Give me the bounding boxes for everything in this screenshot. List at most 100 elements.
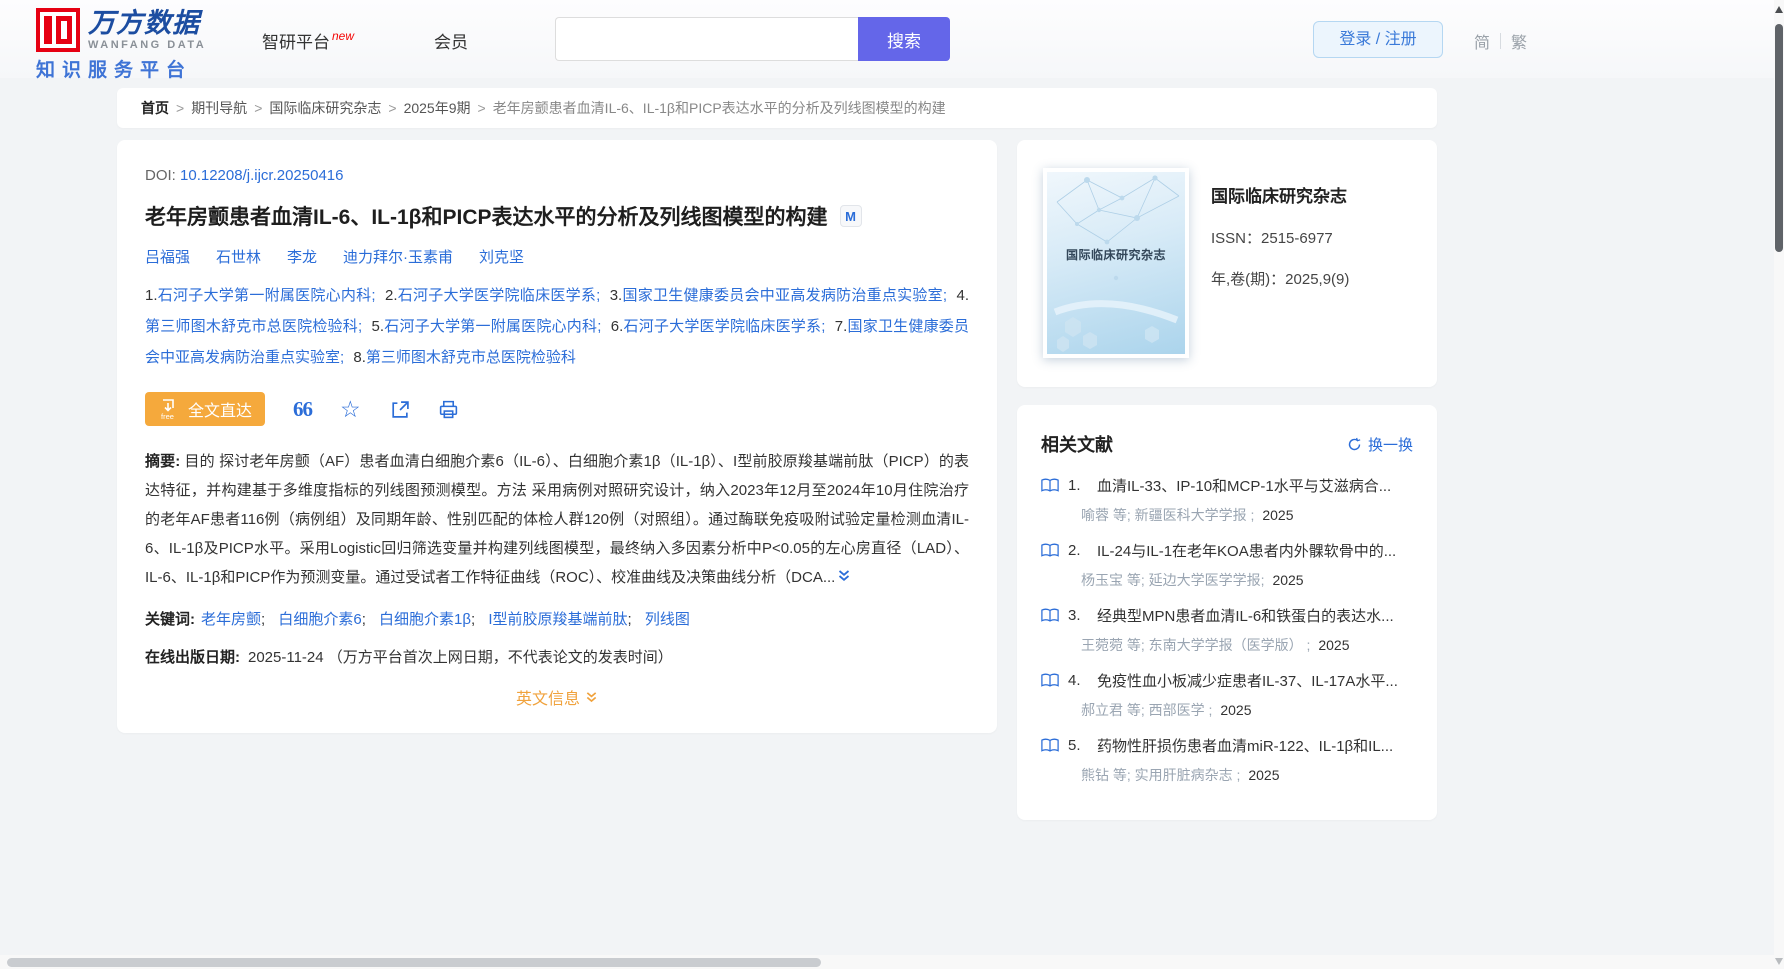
search-bar: 搜索 [555, 17, 950, 61]
author-link[interactable]: 吕福强 [145, 246, 190, 267]
keyword-link[interactable]: 老年房颤 [201, 611, 261, 628]
related-item-title[interactable]: 经典型MPN患者血清IL-6和铁蛋白的表达水... [1097, 605, 1413, 626]
affiliation-link[interactable]: 国家卫生健康委员会中亚高发病防治重点实验室 [622, 287, 943, 304]
issn-label: ISSN： [1211, 230, 1261, 247]
keyword-link[interactable]: 列线图 [645, 611, 690, 628]
affiliation-link[interactable]: 第三师图木舒克市总医院检验科 [366, 349, 576, 366]
volume-label: 年,卷(期)： [1211, 271, 1285, 288]
related-item-meta: 喻蓉 等; 新疆医科大学学报 ; 2025 [1081, 505, 1413, 525]
related-item-year: 2025 [1318, 637, 1349, 653]
affiliation-separator: ; [340, 349, 344, 366]
keyword-separator: ; [362, 611, 366, 628]
new-badge: new [332, 29, 354, 43]
author-link[interactable]: 刘克坚 [479, 246, 524, 267]
keyword-link[interactable]: 白细胞介素1β [379, 611, 471, 628]
breadcrumb-item[interactable]: 2025年9期 [404, 98, 471, 118]
english-info-toggle[interactable]: 英文信息 [516, 685, 598, 709]
related-item-meta: 杨玉宝 等; 延边大学医学学报; 2025 [1081, 570, 1413, 590]
affiliation-link[interactable]: 石河子大学第一附属医院心内科 [384, 318, 597, 335]
journal-volume-row: 年,卷(期)：2025,9(9) [1211, 268, 1349, 289]
related-item-year: 2025 [1272, 572, 1303, 588]
affiliation-number: 3. [610, 287, 623, 304]
online-date-row: 在线出版日期:2025-11-24 （万方平台首次上网日期，不代表论文的发表时间… [145, 646, 969, 667]
related-item-number: 2. [1068, 542, 1088, 559]
breadcrumb-item[interactable]: 首页 [141, 98, 169, 118]
site-header: 万方数据 WANFANG DATA 知识服务平台 智研平台new 会员 搜索 登… [0, 0, 1774, 78]
login-register-button[interactable]: 登录 / 注册 [1313, 21, 1443, 58]
related-item-title[interactable]: IL-24与IL-1在老年KOA患者内外髁软骨中的... [1097, 540, 1413, 561]
scroll-down-arrow-icon[interactable] [1775, 958, 1783, 965]
abstract: 摘要: 目的 探讨老年房颤（AF）患者血清白细胞介素6（IL-6）、白细胞介素1… [145, 447, 969, 593]
breadcrumb-item[interactable]: 国际临床研究杂志 [269, 98, 381, 118]
affiliation-number: 4. [957, 287, 970, 304]
related-item-source[interactable]: 东南大学学报（医学版） ; [1149, 637, 1311, 653]
cite-button[interactable]: 66 [293, 397, 312, 422]
fulltext-button[interactable]: free 全文直达 [145, 392, 265, 426]
search-input[interactable] [555, 17, 858, 61]
issn-value: 2515-6977 [1261, 230, 1333, 247]
nav-member[interactable]: 会员 [434, 28, 468, 53]
scroll-up-arrow-icon[interactable] [1775, 6, 1783, 13]
breadcrumb-separator: > [176, 100, 184, 116]
journal-card: 国际临床研究杂志 国际临床研究杂志 ISSN：2515-6977 年,卷(期)：… [1017, 140, 1437, 387]
print-icon [438, 399, 459, 420]
vertical-scrollbar-thumb[interactable] [1775, 24, 1783, 252]
related-item-title[interactable]: 药物性肝损伤患者血清miR-122、IL-1β和IL... [1097, 735, 1413, 756]
horizontal-scrollbar[interactable] [0, 955, 1774, 969]
keyword-link[interactable]: I型前胶原羧基端前肽 [488, 611, 627, 628]
related-item-meta: 王菀菀 等; 东南大学学报（医学版） ; 2025 [1081, 635, 1413, 655]
chevron-double-down-icon [585, 691, 598, 704]
book-icon [1041, 673, 1059, 688]
related-item-title[interactable]: 免疫性血小板减少症患者IL-37、IL-17A水平... [1097, 670, 1413, 691]
vertical-scrollbar[interactable] [1774, 0, 1784, 969]
related-item: 1. 血清IL-33、IP-10和MCP-1水平与艾滋病合... 喻蓉 等; 新… [1041, 475, 1413, 525]
journal-name[interactable]: 国际临床研究杂志 [1211, 182, 1349, 207]
author-link[interactable]: 石世林 [216, 246, 261, 267]
horizontal-scrollbar-thumb[interactable] [7, 958, 821, 967]
breadcrumb-item[interactable]: 老年房颤患者血清IL-6、IL-1β和PICP表达水平的分析及列线图模型的构建 [493, 98, 946, 118]
affiliation-link[interactable]: 石河子大学第一附属医院心内科 [158, 287, 372, 304]
search-button[interactable]: 搜索 [858, 17, 950, 61]
nav-zhiyan-platform[interactable]: 智研平台new [262, 28, 352, 53]
refresh-related-button[interactable]: 换一换 [1347, 434, 1413, 455]
affiliation-list: 1.石河子大学第一附属医院心内科; 2.石河子大学医学院临床医学系; 3.国家卫… [145, 280, 969, 373]
keyword-separator: ; [261, 611, 265, 628]
share-button[interactable] [389, 399, 410, 420]
related-item-source[interactable]: 延边大学医学学报; [1149, 572, 1265, 588]
related-item-number: 1. [1068, 477, 1088, 494]
keyword-link[interactable]: 白细胞介素6 [278, 611, 361, 628]
related-item-source[interactable]: 西部医学 ; [1149, 702, 1213, 718]
chevron-double-down-icon [837, 569, 851, 583]
breadcrumb-item[interactable]: 期刊导航 [191, 98, 247, 118]
keyword-separator: ; [471, 611, 475, 628]
refresh-icon [1347, 437, 1362, 452]
affiliation-number: 1. [145, 287, 158, 304]
related-title: 相关文献 [1041, 431, 1113, 457]
journal-cover[interactable]: 国际临床研究杂志 [1043, 168, 1189, 358]
doi-label: DOI: [145, 167, 176, 184]
related-item-source[interactable]: 实用肝脏病杂志 ; [1135, 767, 1241, 783]
affiliation-link[interactable]: 石河子大学医学院临床医学系 [623, 318, 821, 335]
author-link[interactable]: 李龙 [287, 246, 317, 267]
lang-traditional[interactable]: 繁 [1511, 29, 1527, 53]
author-link[interactable]: 迪力拜尔·玉素甫 [343, 246, 453, 267]
star-icon: ☆ [340, 399, 361, 419]
fulltext-free-icon: free [158, 398, 180, 420]
print-button[interactable] [438, 399, 459, 420]
related-item-title[interactable]: 血清IL-33、IP-10和MCP-1水平与艾滋病合... [1097, 475, 1413, 496]
quote-icon: 66 [293, 397, 312, 422]
affiliation-link[interactable]: 石河子大学医学院临床医学系 [398, 287, 597, 304]
abstract-expand-button[interactable] [837, 564, 851, 593]
lang-simplified[interactable]: 简 [1474, 29, 1490, 53]
related-item-source[interactable]: 新疆医科大学学报 ; [1135, 507, 1255, 523]
related-item: 4. 免疫性血小板减少症患者IL-37、IL-17A水平... 郝立君 等; 西… [1041, 670, 1413, 720]
affiliation-link[interactable]: 第三师图木舒克市总医院检验科 [145, 318, 358, 335]
favorite-button[interactable]: ☆ [340, 399, 361, 419]
book-icon [1041, 543, 1059, 558]
related-literature-card: 相关文献 换一换 1. 血清IL-33、IP-10和MCP-1水平与艾滋病合..… [1017, 405, 1437, 820]
book-icon [1041, 478, 1059, 493]
doi-link[interactable]: 10.12208/j.ijcr.20250416 [180, 167, 343, 184]
wanfang-logo[interactable]: 万方数据 WANFANG DATA 知识服务平台 [36, 8, 206, 82]
affiliation-separator: ; [371, 287, 375, 304]
affiliation-number: 2. [385, 287, 398, 304]
